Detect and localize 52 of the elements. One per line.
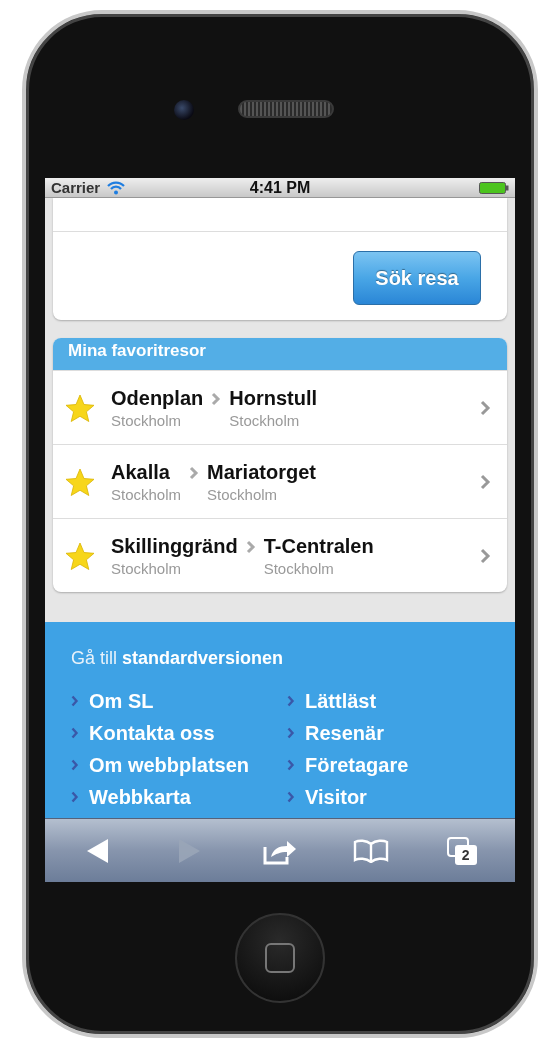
origin-city: Stockholm [111, 559, 183, 577]
favorites-header: Mina favoritresor [53, 338, 507, 370]
destination-city: Stockholm [207, 485, 279, 503]
page-count: 2 [454, 844, 477, 865]
chevron-icon [287, 791, 295, 803]
origin-stop: Skillinggränd [111, 534, 238, 558]
status-time: 4:41 PM [249, 178, 311, 197]
footer-link[interactable]: Visitor [305, 785, 367, 809]
chevron-icon [71, 791, 79, 803]
origin-city: Stockholm [111, 485, 182, 503]
chevron-icon [245, 539, 256, 554]
chevron-icon [479, 546, 491, 565]
favorite-trip-row[interactable]: Skillinggränd Stockholm T-Centralen Stockholm [53, 518, 507, 592]
origin-stop: Odenplan [111, 386, 204, 410]
tabs-button[interactable]: 2 [431, 828, 492, 873]
camera-icon [174, 100, 194, 120]
search-trip-button[interactable]: Sök resa [353, 251, 481, 305]
chevron-icon [71, 695, 79, 707]
footer-link[interactable]: Om webbplatsen [89, 753, 250, 777]
chevron-icon [189, 465, 200, 480]
chevron-icon [479, 472, 491, 491]
chevron-icon [287, 695, 295, 707]
footer-link[interactable]: Webbkarta [89, 785, 191, 809]
chevron-icon [71, 759, 79, 771]
footer-link[interactable]: Lättläst [305, 689, 377, 713]
chevron-icon [71, 727, 79, 739]
destination-stop: T-Centralen [263, 534, 374, 558]
origin-city: Stockholm [111, 411, 183, 429]
back-icon [86, 837, 111, 864]
footer-link[interactable]: Företagare [305, 753, 409, 777]
carrier-name: Carrier [51, 179, 101, 196]
footer-link[interactable]: Resenär [305, 721, 384, 745]
standard-version-link[interactable]: Gå till standardversionen [71, 648, 284, 669]
footer-link[interactable]: Om SL [89, 689, 154, 713]
origin-stop: Akalla [111, 460, 171, 484]
star-icon [65, 467, 95, 496]
chevron-icon [479, 398, 491, 417]
chevron-icon [287, 727, 295, 739]
chevron-icon [211, 391, 222, 406]
star-icon [65, 393, 95, 422]
destination-city: Stockholm [263, 559, 335, 577]
destination-city: Stockholm [229, 411, 301, 429]
favorite-trip-row[interactable]: Akalla Stockholm Mariatorget Stockholm [53, 444, 507, 518]
destination-stop: Mariatorget [207, 460, 316, 484]
chevron-icon [287, 759, 295, 771]
open-book-icon [352, 838, 389, 863]
battery-icon [479, 181, 509, 194]
destination-stop: Hornstull [229, 386, 317, 410]
wifi-icon [107, 180, 126, 195]
star-icon [65, 541, 95, 570]
favorite-trip-row[interactable]: Odenplan Stockholm Hornstull Stockholm [53, 370, 507, 444]
footer-link[interactable]: Kontakta oss [89, 721, 215, 745]
